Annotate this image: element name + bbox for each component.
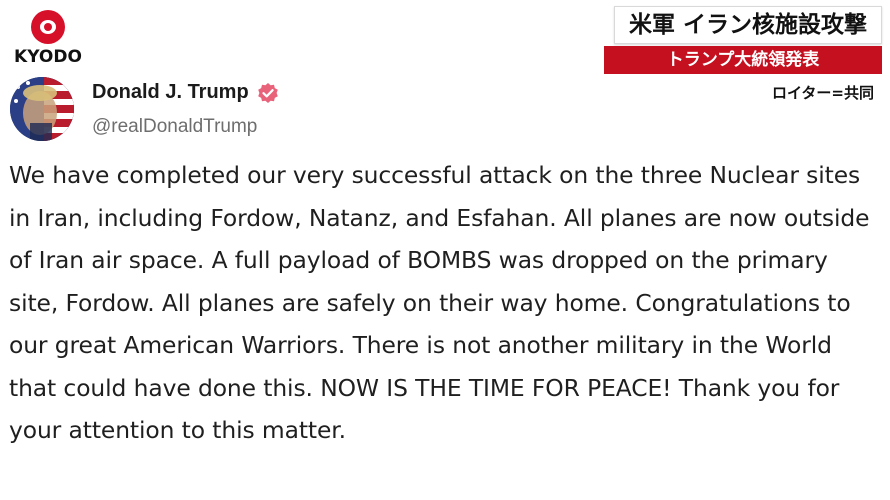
author-name[interactable]: Donald J. Trump [92,81,249,104]
post-text: We have completed our very successful at… [9,161,870,444]
verified-badge-icon [257,82,279,104]
kyodo-logo-text: KYODO [14,47,82,67]
headline-caption: 米軍 イラン核施設攻撃 [613,6,882,44]
author-name-row: Donald J. Trump [92,81,279,104]
news-screenshot: KYODO 米軍 イラン核施設攻撃 トランプ大統領発表 ロイター=共同 Dona… [0,0,890,500]
author-handle[interactable]: @realDonaldTrump [92,116,257,138]
avatar-image [10,77,74,141]
avatar[interactable] [10,77,74,141]
kyodo-logo: KYODO [8,10,88,70]
kyodo-logo-mark-icon [31,10,65,44]
subheadline-caption: トランプ大統領発表 [604,46,882,74]
photo-credit: ロイター=共同 [772,84,874,102]
